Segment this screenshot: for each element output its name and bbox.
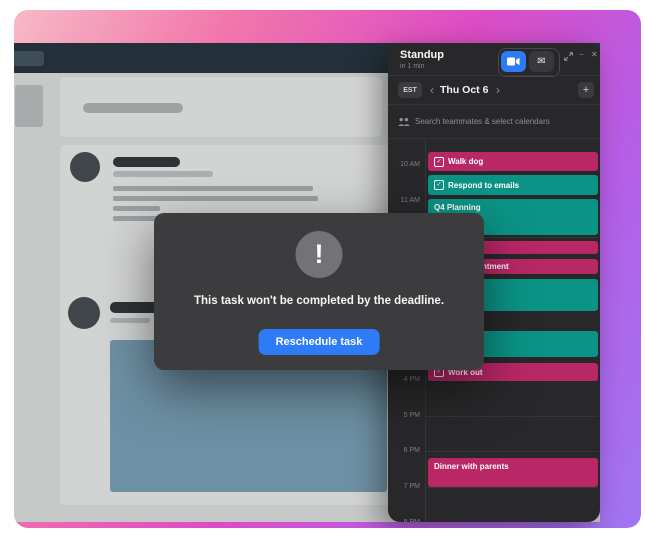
date-label: Thu Oct 6 — [440, 84, 489, 96]
event-label: Respond to emails — [448, 180, 520, 190]
text-line-placeholder — [113, 186, 313, 191]
text-line-placeholder — [113, 196, 318, 201]
divider — [388, 75, 600, 76]
header-card-placeholder — [60, 77, 382, 137]
email-button[interactable]: ✉ — [529, 51, 554, 72]
hour-line — [425, 487, 598, 488]
close-icon[interactable]: ✕ — [591, 50, 598, 60]
calendar-event[interactable]: ✓ Walk dog — [428, 152, 598, 171]
checkbox-icon[interactable]: ✓ — [434, 156, 444, 167]
dialog-message: This task won't be completed by the dead… — [193, 295, 445, 307]
prev-day-chevron[interactable]: ‹ — [430, 82, 434, 98]
subtitle-placeholder — [110, 318, 150, 323]
calendar-event[interactable]: Dinner with parents — [428, 458, 598, 487]
event-label: Dinner with parents — [434, 462, 509, 471]
panel-title: Standup — [400, 49, 444, 61]
minimize-icon[interactable]: − — [579, 50, 584, 60]
timezone-badge[interactable]: EST — [398, 82, 422, 98]
gradient-backdrop: Standup in 1 min ✉ − ✕ EST ‹ Thu Oct 6 ›… — [14, 10, 641, 528]
titlebar-tab-placeholder — [14, 51, 44, 66]
hour-label: 10 AM — [400, 161, 420, 168]
reschedule-task-button[interactable]: Reschedule task — [258, 329, 380, 355]
video-call-button[interactable] — [501, 51, 526, 72]
sidebar-item-placeholder — [15, 85, 43, 127]
avatar — [70, 152, 100, 182]
event-label: Walk dog — [448, 157, 484, 166]
search-pill-placeholder — [83, 103, 183, 113]
search-placeholder-text: Search teammates & select calendars — [415, 117, 550, 126]
teammate-search-input[interactable]: Search teammates & select calendars — [388, 105, 600, 138]
hour-line — [425, 451, 598, 452]
people-icon — [398, 117, 410, 126]
next-day-chevron[interactable]: › — [496, 82, 500, 98]
avatar — [68, 297, 100, 329]
subtitle-placeholder — [113, 171, 213, 177]
hour-label: 4 PM — [403, 376, 420, 383]
hour-label: 8 PM — [388, 519, 420, 522]
deadline-warning-dialog: ! This task won't be completed by the de… — [154, 213, 484, 370]
add-event-button[interactable]: + — [578, 82, 594, 98]
title-placeholder — [113, 157, 180, 167]
checkbox-icon[interactable]: ✓ — [434, 180, 444, 190]
exclamation-icon: ! — [295, 231, 343, 278]
hour-label: 11 AM — [400, 197, 420, 204]
panel-subtitle: in 1 min — [400, 63, 425, 70]
hour-line — [425, 416, 598, 417]
hour-label: 7 PM — [403, 483, 420, 490]
expand-icon[interactable] — [564, 52, 573, 61]
text-line-placeholder — [113, 206, 160, 211]
event-label: Q4 Planning — [434, 203, 481, 212]
video-camera-icon — [507, 57, 520, 66]
hour-label: 6 PM — [403, 447, 420, 454]
calendar-event[interactable]: ✓ Respond to emails — [428, 175, 598, 195]
hour-label: 5 PM — [403, 412, 420, 419]
